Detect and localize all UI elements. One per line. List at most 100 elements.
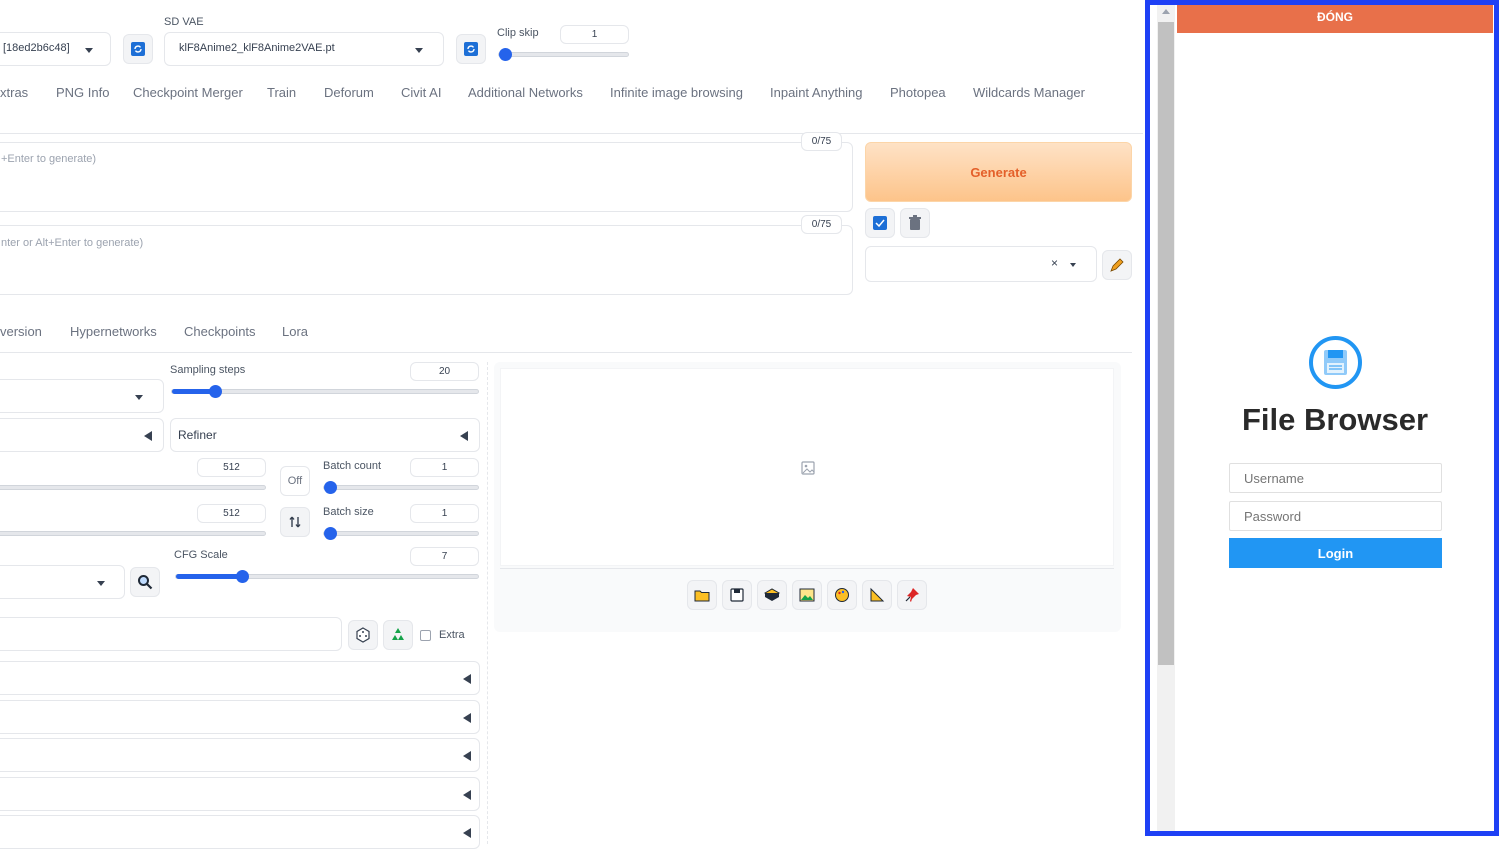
height-slider[interactable]	[0, 531, 266, 536]
subtab-checkpoints[interactable]: Checkpoints	[184, 324, 256, 339]
username-input[interactable]	[1229, 463, 1442, 493]
tab-additional-networks[interactable]: Additional Networks	[468, 85, 583, 100]
cfg-scale-slider[interactable]	[175, 570, 479, 583]
styles-apply-button[interactable]	[865, 208, 895, 238]
styles-dropdown[interactable]: ×	[865, 246, 1097, 282]
swap-dimensions-button[interactable]	[280, 507, 310, 537]
hires-fix-accordion[interactable]	[0, 418, 164, 452]
extra-checkbox[interactable]	[420, 630, 431, 641]
cfg-scale-label: CFG Scale	[174, 549, 228, 561]
vae-value: klF8Anime2_klF8Anime2VAE.pt	[179, 42, 335, 54]
pencil-icon	[1110, 258, 1124, 272]
height-input[interactable]: 512	[197, 504, 266, 523]
script-dropdown[interactable]	[0, 565, 125, 599]
accordion-2[interactable]	[0, 700, 480, 734]
collapse-icon	[463, 674, 471, 684]
refresh-checkpoint-button[interactable]	[123, 34, 153, 64]
random-seed-button[interactable]	[348, 620, 378, 650]
save-button[interactable]	[722, 580, 752, 610]
off-button[interactable]: Off	[280, 466, 310, 496]
chevron-down-icon	[135, 395, 143, 400]
prompt-token-counter: 0/75	[801, 132, 842, 151]
accordion-4[interactable]	[0, 777, 480, 811]
generate-label: Generate	[970, 164, 1027, 180]
width-slider[interactable]	[0, 485, 266, 490]
clear-icon[interactable]: ×	[1051, 256, 1058, 270]
subtab-hypernetworks[interactable]: Hypernetworks	[70, 324, 157, 339]
sampler-dropdown[interactable]	[0, 379, 164, 413]
clip-skip-slider[interactable]	[498, 48, 629, 61]
refresh-icon	[464, 42, 478, 56]
search-button[interactable]	[130, 567, 160, 597]
generate-button[interactable]: Generate	[865, 142, 1132, 202]
reuse-seed-button[interactable]	[383, 620, 413, 650]
subtab-version[interactable]: version	[0, 324, 42, 339]
collapse-icon	[144, 431, 152, 441]
clip-skip-input[interactable]: 1	[560, 25, 629, 44]
accordion-3[interactable]	[0, 738, 480, 772]
scrollbar-thumb[interactable]	[1158, 22, 1174, 665]
edit-styles-button[interactable]	[1102, 250, 1132, 280]
tab-inpaint-anything[interactable]: Inpaint Anything	[770, 85, 863, 100]
scroll-up-icon[interactable]	[1162, 9, 1170, 14]
batch-count-input[interactable]: 1	[410, 458, 479, 477]
output-gallery[interactable]	[500, 368, 1114, 566]
login-button[interactable]: Login	[1229, 538, 1442, 568]
tab-train[interactable]: Train	[267, 85, 296, 100]
tab-deforum[interactable]: Deforum	[324, 85, 374, 100]
seed-input[interactable]	[0, 617, 342, 651]
accordion-1[interactable]	[0, 661, 480, 695]
batch-size-knob[interactable]	[324, 527, 337, 540]
prompt-textarea[interactable]: +Enter to generate)	[0, 142, 853, 212]
batch-count-slider[interactable]	[323, 481, 479, 494]
prompt-placeholder: +Enter to generate)	[1, 153, 97, 165]
sampling-steps-input[interactable]: 20	[410, 362, 479, 381]
clip-skip-knob[interactable]	[499, 48, 512, 61]
open-folder-button[interactable]	[687, 580, 717, 610]
refresh-icon	[131, 42, 145, 56]
refiner-label: Refiner	[178, 428, 217, 442]
negative-prompt-textarea[interactable]: nter or Alt+Enter to generate)	[0, 225, 853, 295]
cfg-scale-input[interactable]: 7	[410, 547, 479, 566]
refresh-vae-button[interactable]	[456, 34, 486, 64]
ruler-icon	[870, 587, 885, 602]
tab-civit-ai[interactable]: Civit AI	[401, 85, 441, 100]
tab-infinite-image-browsing[interactable]: Infinite image browsing	[610, 85, 743, 100]
checkpoint-dropdown[interactable]: [18ed2b6c48]	[0, 32, 111, 66]
width-input[interactable]: 512	[197, 458, 266, 477]
vae-dropdown[interactable]: klF8Anime2_klF8Anime2VAE.pt	[164, 32, 444, 66]
sampling-steps-knob[interactable]	[209, 385, 222, 398]
overlay-scrollbar[interactable]	[1157, 5, 1175, 831]
sampling-steps-slider[interactable]	[171, 385, 479, 398]
folder-icon	[694, 590, 710, 602]
image-icon	[801, 461, 815, 475]
search-icon	[138, 575, 153, 590]
swap-icon	[289, 516, 301, 528]
close-label: ĐÓNG	[1317, 9, 1353, 24]
subtab-lora[interactable]: Lora	[282, 324, 308, 339]
close-bar[interactable]: ĐÓNG	[1177, 5, 1493, 33]
batch-count-knob[interactable]	[324, 481, 337, 494]
clear-prompt-button[interactable]	[900, 208, 930, 238]
batch-size-label: Batch size	[323, 506, 374, 518]
tab-photopea[interactable]: Photopea	[890, 85, 946, 100]
tab-checkpoint-merger[interactable]: Checkpoint Merger	[133, 85, 243, 100]
send-to-inpaint-button[interactable]	[827, 580, 857, 610]
collapse-icon	[460, 431, 468, 441]
batch-size-slider[interactable]	[323, 527, 479, 540]
cfg-scale-knob[interactable]	[236, 570, 249, 583]
tab-png-info[interactable]: PNG Info	[56, 85, 109, 100]
password-input[interactable]	[1229, 501, 1442, 531]
batch-size-input[interactable]: 1	[410, 504, 479, 523]
img2img-icon	[799, 588, 815, 602]
tab-xtras[interactable]: xtras	[0, 85, 28, 100]
tab-wildcards-manager[interactable]: Wildcards Manager	[973, 85, 1085, 100]
panel-divider	[487, 362, 488, 844]
refiner-accordion[interactable]: Refiner	[170, 418, 480, 452]
zip-button[interactable]	[757, 580, 787, 610]
send-to-extras-button[interactable]	[862, 580, 892, 610]
chevron-down-icon	[415, 48, 423, 53]
sampling-steps-label: Sampling steps	[170, 364, 246, 376]
send-to-img2img-button[interactable]	[792, 580, 822, 610]
pin-button[interactable]	[897, 580, 927, 610]
